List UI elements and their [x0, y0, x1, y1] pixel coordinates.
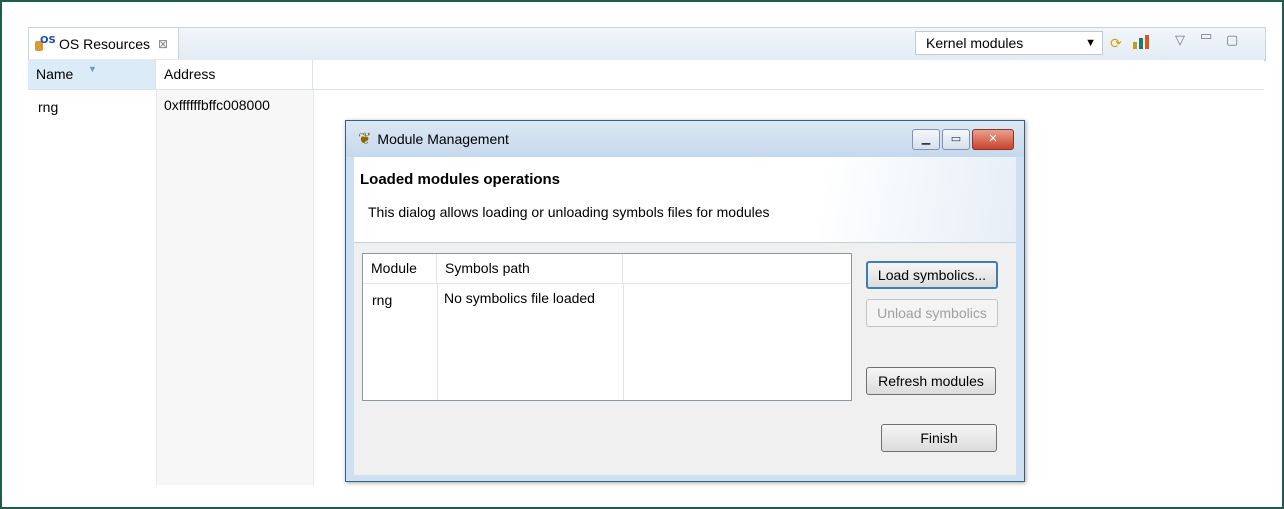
dialog-description: This dialog allows loading or unloading …: [368, 204, 770, 220]
load-symbolics-button[interactable]: Load symbolics...: [866, 261, 998, 289]
os-resources-icon: OS: [35, 35, 56, 53]
maximize-button[interactable]: ▭: [942, 129, 970, 150]
maximize-icon[interactable]: ▢: [1226, 32, 1238, 48]
dialog-icon: ❦: [358, 131, 372, 148]
dialog-title: Module Management: [377, 131, 509, 147]
column-header-label: Address: [164, 66, 216, 82]
view-menu-icon[interactable]: ▽: [1175, 32, 1185, 48]
column-header-module[interactable]: Module: [363, 254, 437, 283]
tab-os-resources[interactable]: OS OS Resources ⊠: [29, 28, 179, 59]
resource-type-value: Kernel modules: [926, 35, 1024, 51]
dialog-banner: Loaded modules operations This dialog al…: [354, 157, 1016, 242]
tab-label: OS Resources: [59, 35, 151, 52]
view-tab-strip: OS OS Resources ⊠ Kernel modules ▼ ⟳ ▽ ▭…: [28, 27, 1266, 61]
minimize-button[interactable]: ▁: [912, 129, 940, 150]
row-module: rng: [372, 292, 393, 308]
column-header-label: Module: [371, 260, 417, 276]
column-divider: [156, 90, 157, 485]
close-button[interactable]: ✕: [972, 129, 1014, 150]
row-symbols-path: No symbolics file loaded: [444, 290, 595, 306]
refresh-icon[interactable]: ⟳: [1107, 34, 1125, 52]
finish-button[interactable]: Finish: [881, 424, 997, 452]
module-management-dialog: ❦ Module Management ▁ ▭ ✕ Loaded modules…: [345, 120, 1025, 482]
column-header-address[interactable]: Address: [156, 60, 313, 89]
modules-table: Module Symbols path rng No symbolics fil…: [362, 253, 852, 401]
dialog-heading: Loaded modules operations: [360, 171, 561, 188]
table-header: Name ▼ Address: [28, 60, 1264, 90]
column-header-label: Name: [36, 66, 74, 82]
column-divider: [623, 283, 624, 400]
minimize-icon[interactable]: ▭: [1200, 28, 1212, 44]
modules-table-header: Module Symbols path: [363, 254, 851, 284]
refresh-modules-button[interactable]: Refresh modules: [866, 367, 996, 395]
dialog-title-bar[interactable]: ❦ Module Management ▁ ▭ ✕: [346, 121, 1024, 157]
name-column-area: [28, 90, 156, 485]
address-column-area: [156, 90, 313, 485]
dropdown-arrow-icon: ▼: [1085, 37, 1096, 49]
column-header-symbols-path[interactable]: Symbols path: [437, 254, 623, 283]
column-header-name[interactable]: Name ▼: [28, 60, 156, 89]
dialog-body: Module Symbols path rng No symbolics fil…: [354, 242, 1016, 475]
resource-type-select[interactable]: Kernel modules ▼: [915, 31, 1103, 55]
column-header-label: Symbols path: [445, 260, 530, 276]
column-divider: [313, 90, 314, 485]
column-divider: [437, 283, 438, 400]
sort-indicator-icon: ▼: [88, 64, 97, 74]
close-icon[interactable]: ⊠: [158, 37, 168, 51]
chart-icon[interactable]: [1132, 34, 1150, 52]
unload-symbolics-button[interactable]: Unload symbolics: [866, 299, 998, 327]
row-name: rng: [38, 99, 59, 115]
row-address: 0xffffffbffc008000: [164, 97, 270, 113]
